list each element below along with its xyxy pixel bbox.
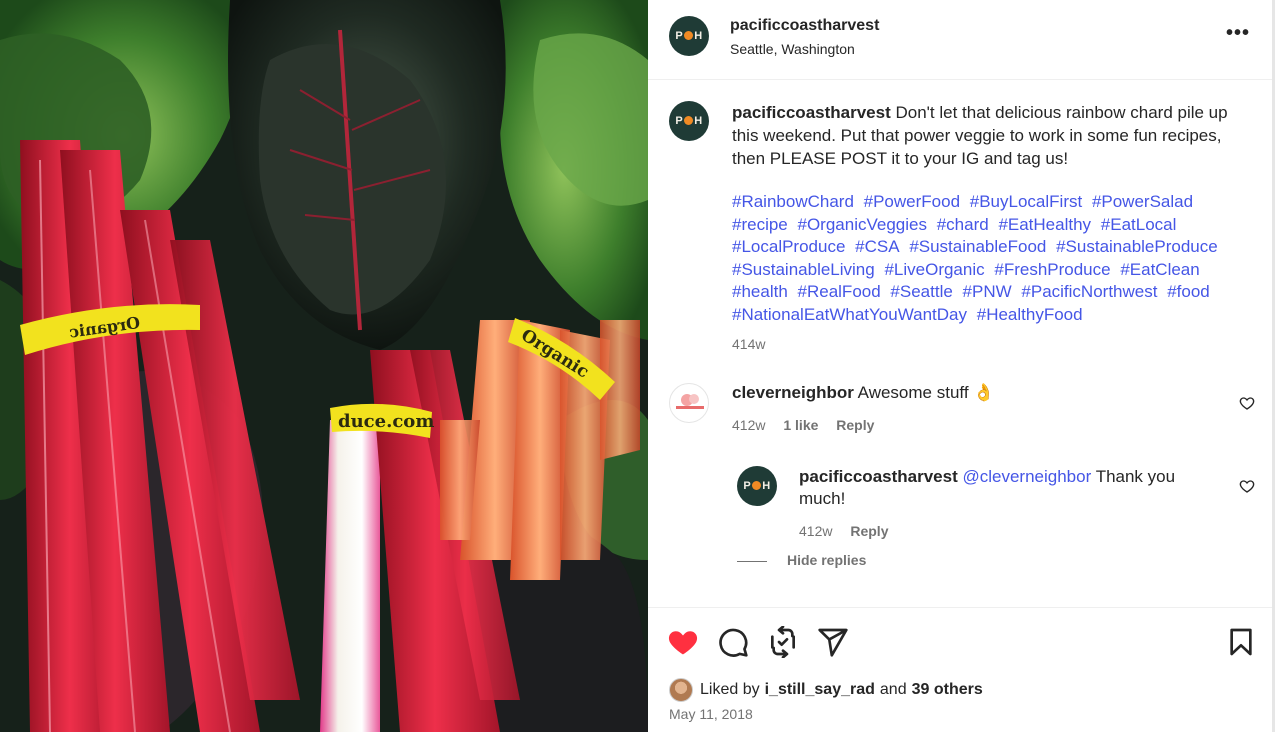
hashtag-link[interactable]: #EatHealthy xyxy=(998,215,1091,234)
author-username[interactable]: pacificcoastharvest xyxy=(730,17,879,35)
likes-summary: Liked by i_still_say_rad and 39 others xyxy=(669,678,988,702)
author-avatar[interactable]: PH xyxy=(669,16,709,56)
comment-body: cleverneighbor Awesome stuff 👌 xyxy=(732,383,994,403)
hashtag-link[interactable]: #RealFood xyxy=(798,282,881,301)
hashtag-list: #RainbowChard #PowerFood #BuyLocalFirst … xyxy=(732,191,1257,327)
hashtag-link[interactable]: #BuyLocalFirst xyxy=(970,192,1082,211)
comment-like-count[interactable]: 1 like xyxy=(783,417,818,433)
pch-logo: PH xyxy=(743,480,771,492)
comment-text: Awesome stuff 👌 xyxy=(857,383,995,402)
likes-others-count[interactable]: 39 others xyxy=(912,681,983,699)
hashtag-link[interactable]: #FreshProduce xyxy=(994,260,1110,279)
reply-mention[interactable]: @cleverneighbor xyxy=(962,467,1091,486)
post-location[interactable]: Seattle, Washington xyxy=(730,41,855,57)
reply-meta: 412w Reply xyxy=(799,523,902,539)
liker-avatar[interactable] xyxy=(669,678,693,702)
hide-replies-button[interactable]: Hide replies xyxy=(737,552,866,568)
like-heart-icon[interactable] xyxy=(667,626,699,658)
comment-like-heart-icon[interactable] xyxy=(1239,395,1255,411)
reply-timestamp[interactable]: 412w xyxy=(799,523,832,539)
reply-like-heart-icon[interactable] xyxy=(1239,478,1255,494)
hashtag-link[interactable]: #PacificNorthwest xyxy=(1021,282,1157,301)
hashtag-link[interactable]: #PowerFood xyxy=(864,192,960,211)
caption-username[interactable]: pacificcoastharvest xyxy=(732,103,891,122)
hide-replies-label: Hide replies xyxy=(787,552,867,568)
photo-tie-center-label: duce.com xyxy=(338,411,434,432)
post-date[interactable]: May 11, 2018 xyxy=(669,706,753,722)
comment-username[interactable]: cleverneighbor xyxy=(732,383,854,402)
comment-icon[interactable] xyxy=(717,626,749,658)
comment-reply-button[interactable]: Reply xyxy=(836,417,874,433)
hashtag-link[interactable]: #NationalEatWhatYouWantDay xyxy=(732,305,967,324)
hashtag-link[interactable]: #recipe xyxy=(732,215,788,234)
hashtag-link[interactable]: #SustainableLiving xyxy=(732,260,875,279)
pch-logo: PH xyxy=(675,30,703,42)
likes-prefix: Liked by xyxy=(700,681,760,698)
share-send-icon[interactable] xyxy=(817,626,849,658)
post-photo[interactable]: Organic duce.com Organic xyxy=(0,0,648,732)
hashtag-link[interactable]: #HealthyFood xyxy=(977,305,1083,324)
post-header: PH pacificcoastharvest Seattle, Washingt… xyxy=(648,0,1272,80)
caption-timestamp[interactable]: 414w xyxy=(732,336,765,352)
more-options-icon[interactable]: ••• xyxy=(1226,23,1250,46)
hashtag-link[interactable]: #PowerSalad xyxy=(1092,192,1193,211)
hashtag-link[interactable]: #LiveOrganic xyxy=(884,260,984,279)
hashtag-link[interactable]: #RainbowChard xyxy=(732,192,854,211)
caption-author-avatar[interactable]: PH xyxy=(669,101,709,141)
hashtag-link[interactable]: #EatClean xyxy=(1120,260,1199,279)
hashtag-link[interactable]: #health xyxy=(732,282,788,301)
hashtag-link[interactable]: #EatLocal xyxy=(1101,215,1177,234)
caption-text-block: pacificcoastharvest Don't let that delic… xyxy=(732,101,1257,170)
hashtag-link[interactable]: #LocalProduce xyxy=(732,237,845,256)
liker-username[interactable]: i_still_say_rad xyxy=(765,681,875,699)
post-actions: Liked by i_still_say_rad and 39 others M… xyxy=(648,607,1272,732)
hide-replies-line xyxy=(737,560,767,562)
reply-username[interactable]: pacificcoastharvest xyxy=(799,467,958,486)
hashtag-link[interactable]: #PNW xyxy=(963,282,1012,301)
commenter-avatar[interactable] xyxy=(669,383,709,423)
reply-reply-button[interactable]: Reply xyxy=(850,523,888,539)
comment-meta: 412w 1 like Reply xyxy=(732,417,888,433)
reply-author-avatar[interactable]: PH xyxy=(737,466,777,506)
hashtag-link[interactable]: #OrganicVeggies xyxy=(798,215,927,234)
hashtag-link[interactable]: #Seattle xyxy=(890,282,952,301)
hashtag-link[interactable]: #SustainableProduce xyxy=(1056,237,1218,256)
post-detail-panel: PH pacificcoastharvest Seattle, Washingt… xyxy=(648,0,1272,732)
comment-timestamp[interactable]: 412w xyxy=(732,417,765,433)
repost-icon[interactable] xyxy=(767,626,799,658)
hashtag-link[interactable]: #chard xyxy=(937,215,989,234)
hashtag-link[interactable]: #food xyxy=(1167,282,1210,301)
reply-body: pacificcoastharvest @cleverneighbor Than… xyxy=(799,466,1209,510)
pch-logo: PH xyxy=(675,115,703,127)
hashtag-link[interactable]: #SustainableFood xyxy=(909,237,1046,256)
hashtag-link[interactable]: #CSA xyxy=(855,237,899,256)
save-bookmark-icon[interactable] xyxy=(1225,626,1257,658)
likes-and: and xyxy=(879,681,907,698)
